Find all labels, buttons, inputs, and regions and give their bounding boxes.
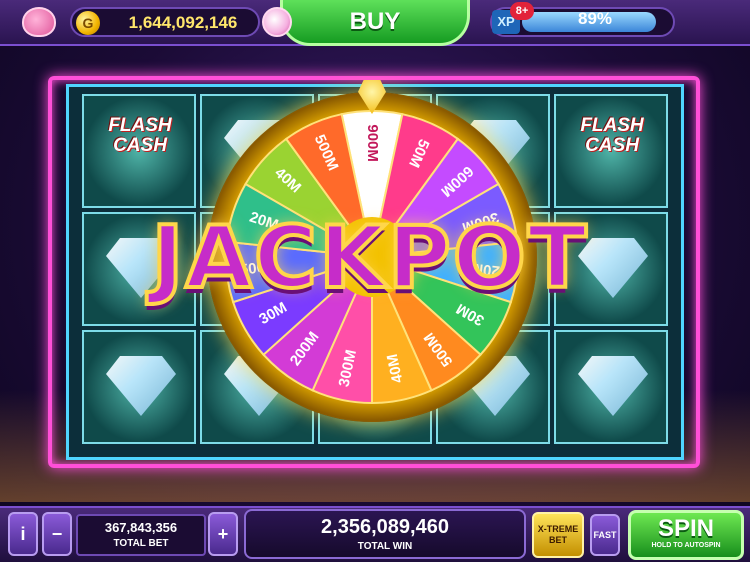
increase-bet-button[interactable]: +	[208, 512, 238, 556]
jackpot-title: JACKPOT	[149, 208, 589, 308]
total-bet-value: 367,843,356	[104, 520, 178, 535]
reel-cell	[554, 330, 668, 444]
spin-sublabel: HOLD TO AUTOSPIN	[651, 542, 721, 549]
total-win-label: TOTAL WIN	[357, 541, 413, 552]
reel-cell	[82, 330, 196, 444]
diamond-icon	[578, 356, 648, 416]
gift-icon[interactable]	[262, 7, 292, 37]
coin-icon: G	[76, 11, 100, 35]
spin-label: SPIN	[657, 515, 714, 542]
reel-cell: FLASH CASH	[554, 94, 668, 208]
total-bet-panel: 367,843,356 TOTAL BET	[76, 514, 206, 556]
total-win-value: 2,356,089,460	[321, 516, 449, 538]
decrease-bet-button[interactable]: −	[42, 512, 72, 556]
piggy-bank-icon[interactable]	[22, 7, 56, 37]
total-bet-label: TOTAL BET	[113, 538, 169, 549]
flash-cash-symbol: FLASH CASH	[108, 115, 172, 156]
level-badge: 8+	[510, 2, 534, 20]
info-button[interactable]: i	[8, 512, 38, 556]
game-scene: G 1,644,092,146 BUY XP 8+ 89% FLASH CASH…	[0, 0, 750, 562]
coin-value: 1,644,092,146	[128, 13, 238, 32]
buy-button[interactable]: BUY	[280, 0, 470, 46]
flash-cash-symbol: FLASH CASH	[580, 115, 644, 156]
xtreme-bet-button[interactable]: X-TREME BET	[532, 512, 584, 558]
fast-button[interactable]: FAST	[590, 514, 620, 556]
total-win-panel: 2,356,089,460 TOTAL WIN	[244, 509, 526, 559]
coin-balance: G 1,644,092,146	[70, 7, 260, 37]
wheel-segment-label: 900M	[364, 124, 381, 162]
spin-button[interactable]: SPIN HOLD TO AUTOSPIN	[628, 510, 744, 560]
xp-percent: 89%	[577, 9, 613, 28]
reel-cell: FLASH CASH	[82, 94, 196, 208]
diamond-icon	[106, 356, 176, 416]
